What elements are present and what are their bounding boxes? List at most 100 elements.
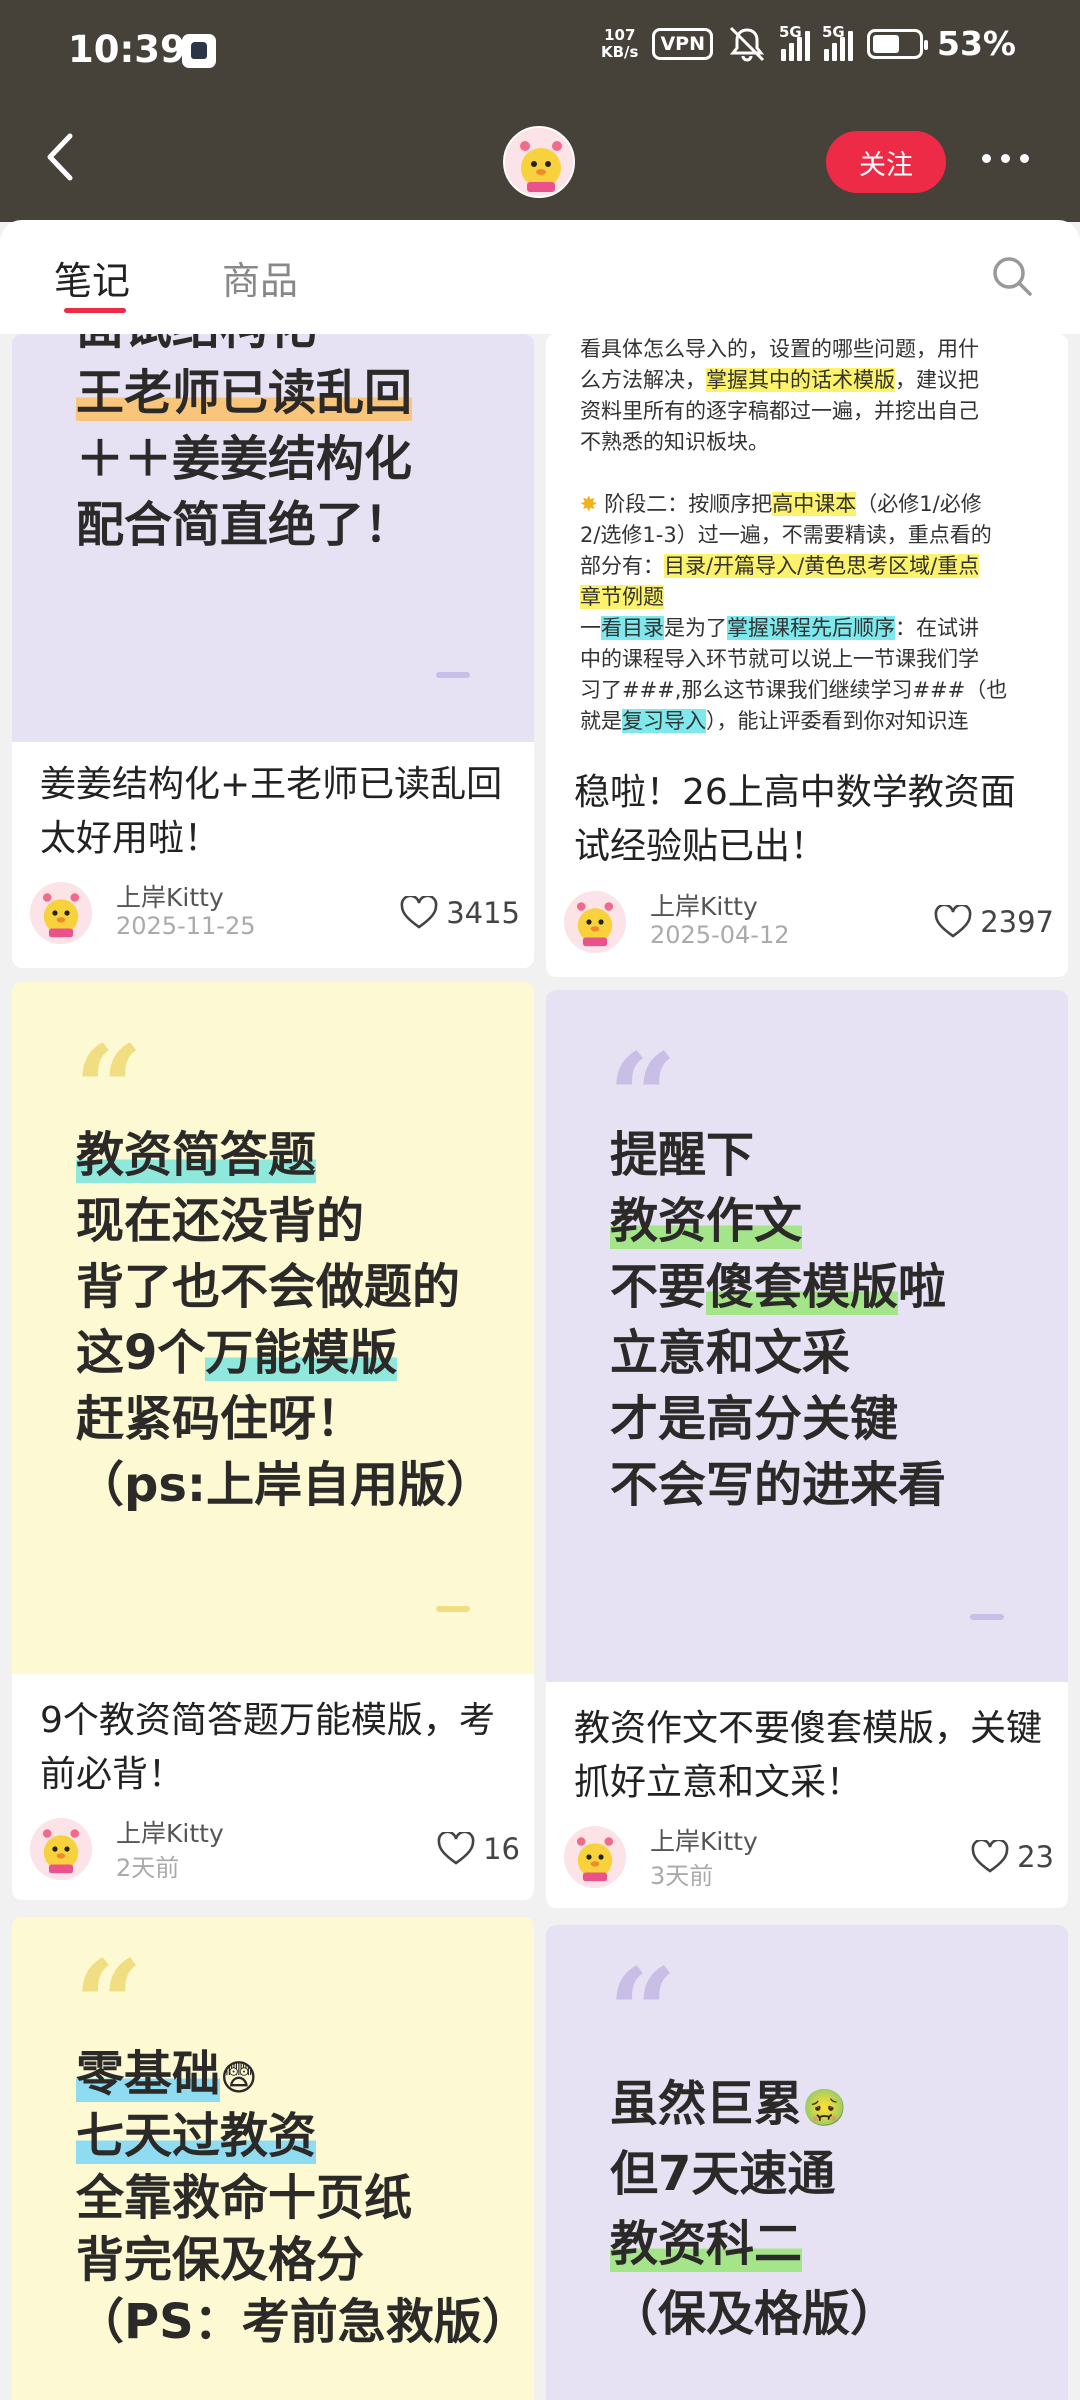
cover-line: 教资作文 <box>610 1193 803 1249</box>
author-row: 上岸Kitty 2025-11-25 3415 <box>30 878 520 948</box>
tab-notes[interactable]: 笔记 <box>54 250 130 305</box>
like-button[interactable]: 23 <box>971 1840 1054 1874</box>
note-card[interactable]: “ 虽然巨累🤢 但7天速通 教资科二 （保及格版） <box>546 1925 1068 2400</box>
profile-avatar[interactable] <box>503 126 575 198</box>
cover-line: 配合简直绝了！ <box>76 497 413 553</box>
note-date: 2025-04-12 <box>650 921 790 949</box>
network-speed-unit: KB/s <box>601 42 639 61</box>
cover-line: 提醒下 <box>610 1127 755 1183</box>
signal-sim2-icon: 5G <box>822 23 853 61</box>
author-avatar[interactable] <box>30 882 92 944</box>
tab-goods[interactable]: 商品 <box>222 250 298 305</box>
doc-line: 一看目录是为了掌握课程先后顺序：在试讲 <box>580 616 979 640</box>
note-date: 3天前 <box>650 1862 714 1890</box>
note-title[interactable]: 姜姜结构化+王老师已读乱回 太好用啦！ <box>40 758 510 866</box>
top-header: 10:39 107 KB/s VPN 5G 5G 53% 关注 <box>0 0 1080 222</box>
author-name[interactable]: 上岸Kitty <box>650 1822 758 1858</box>
like-button[interactable]: 16 <box>437 1832 520 1866</box>
active-tab-indicator <box>64 308 126 313</box>
decor-dash <box>436 1606 470 1612</box>
network-speed: 107 KB/s <box>601 26 639 61</box>
status-time: 10:39 <box>68 28 186 71</box>
note-card[interactable]: 看具体怎么导入的，设置的哪些问题，用什 么方法解决，掌握其中的话术模版，建议把 … <box>546 334 1068 977</box>
note-cover: “ 教资简答题 现在还没背的 背了也不会做题的 这9个万能模版 赶紧码住呀！ （… <box>12 982 534 1674</box>
note-cover: 面试结构化 王老师已读乱回 ＋＋姜姜结构化 配合简直绝了！ <box>12 334 534 742</box>
author-name[interactable]: 上岸Kitty <box>116 878 224 914</box>
author-avatar[interactable] <box>564 891 626 953</box>
like-count: 2397 <box>980 905 1054 939</box>
chick-avatar-icon <box>564 1826 626 1888</box>
like-count: 23 <box>1017 1840 1054 1874</box>
cover-line: 但7天速通 <box>610 2146 836 2202</box>
cover-line: 才是高分关键 <box>610 1391 899 1447</box>
note-title[interactable]: 9个教资简答题万能模版，考前必背！ <box>40 1694 510 1802</box>
cover-line: 面试结构化 <box>76 334 316 360</box>
like-count: 16 <box>483 1832 520 1866</box>
chick-avatar-icon <box>564 891 626 953</box>
cover-line: 不会写的进来看 <box>610 1457 947 1513</box>
like-button[interactable]: 3415 <box>400 896 520 930</box>
note-title[interactable]: 教资作文不要傻套模版，关键抓好立意和文采！ <box>574 1702 1044 1810</box>
nauseated-face-icon: 🤢 <box>802 2088 847 2129</box>
cover-line: 这9个万能模版 <box>76 1325 398 1381</box>
author-row: 上岸Kitty 2025-04-12 2397 <box>564 887 1054 957</box>
note-title[interactable]: 稳啦！26上高中数学教资面试经验贴已出！ <box>574 766 1044 874</box>
cover-line: 教资科二 <box>610 2216 803 2272</box>
author-avatar[interactable] <box>30 1818 92 1880</box>
cover-line: 不要傻套模版啦 <box>610 1259 947 1315</box>
doc-line: 资料里所有的逐字稿都过一遍，并挖出自己 <box>580 399 979 423</box>
heart-icon <box>934 905 972 938</box>
note-cover: 看具体怎么导入的，设置的哪些问题，用什 么方法解决，掌握其中的话术模版，建议把 … <box>546 334 1068 752</box>
chick-avatar-icon <box>30 882 92 944</box>
cover-line: 教资简答题 <box>76 1127 317 1183</box>
cover-line: （保及格版） <box>610 2286 899 2342</box>
quote-mark-icon: “ <box>74 1934 144 2075</box>
cover-line: （PS：考前急救版） <box>76 2294 530 2350</box>
mute-icon <box>729 26 765 61</box>
like-count: 3415 <box>446 896 520 930</box>
document-preview: 看具体怎么导入的，设置的哪些问题，用什 么方法解决，掌握其中的话术模版，建议把 … <box>580 334 1050 737</box>
cover-line: （ps:上岸自用版） <box>76 1457 495 1513</box>
note-card[interactable]: “ 提醒下 教资作文 不要傻套模版啦 立意和文采 才是高分关键 不会写的进来看 … <box>546 990 1068 1908</box>
more-options-icon[interactable] <box>982 154 1029 163</box>
chick-avatar-icon <box>30 1818 92 1880</box>
note-card[interactable]: “ 教资简答题 现在还没背的 背了也不会做题的 这9个万能模版 赶紧码住呀！ （… <box>12 982 534 1900</box>
note-card[interactable]: 面试结构化 王老师已读乱回 ＋＋姜姜结构化 配合简直绝了！ 姜姜结构化+王老师已… <box>12 334 534 968</box>
back-arrow-icon[interactable] <box>40 130 80 184</box>
decor-dash <box>970 1614 1004 1620</box>
signal-sim1-icon: 5G <box>779 23 810 61</box>
note-cover: “ 零基础😨 七天过教资 全靠救命十页纸 背完保及格分 （PS：考前急救版） <box>12 1917 534 2400</box>
cover-line: 背完保及格分 <box>76 2232 365 2288</box>
chick-avatar-icon <box>505 128 573 196</box>
like-button[interactable]: 2397 <box>934 905 1054 939</box>
doc-line: 看具体怎么导入的，设置的哪些问题，用什 <box>580 337 979 361</box>
status-indicators: 107 KB/s VPN 5G 5G 53% <box>601 23 1016 64</box>
cover-line: 全靠救命十页纸 <box>76 2170 413 2226</box>
doc-line: 中的课程导入环节就可以说上一节课我们学 <box>580 647 979 671</box>
cover-line: 虽然巨累🤢 <box>610 2076 847 2132</box>
doc-line: 习了###,那么这节课我们继续学习###（也 <box>580 678 1008 702</box>
cover-line: 立意和文采 <box>610 1325 851 1381</box>
fearful-face-icon: 😨 <box>220 2058 258 2099</box>
author-name[interactable]: 上岸Kitty <box>116 1814 224 1850</box>
author-name[interactable]: 上岸Kitty <box>650 887 758 923</box>
search-icon[interactable] <box>990 254 1034 298</box>
cover-line: 七天过教资 <box>76 2108 317 2164</box>
follow-button[interactable]: 关注 <box>826 131 946 193</box>
quote-mark-icon: “ <box>608 1942 678 2083</box>
doc-line: 章节例题 <box>580 585 664 609</box>
doc-line: 2/选修1-3）过一遍，不需要精读，重点看的 <box>580 523 992 547</box>
doc-line: 不熟悉的知识板块。 <box>580 430 769 454</box>
sparkle-icon: ✸ <box>580 492 605 516</box>
note-card[interactable]: “ 零基础😨 七天过教资 全靠救命十页纸 背完保及格分 （PS：考前急救版） <box>12 1917 534 2400</box>
note-cover: “ 提醒下 教资作文 不要傻套模版啦 立意和文采 才是高分关键 不会写的进来看 <box>546 990 1068 1682</box>
author-avatar[interactable] <box>564 1826 626 1888</box>
battery-percent: 53% <box>937 24 1016 63</box>
doc-line: 就是复习导入），能让评委看到你对知识连 <box>580 709 969 733</box>
doc-line: ✸ 阶段二：按顺序把高中课本（必修1/必修 <box>580 492 982 516</box>
cover-line: 王老师已读乱回 <box>76 365 413 421</box>
battery-icon <box>867 28 928 59</box>
app-notification-icon <box>182 34 216 68</box>
author-row: 上岸Kitty 3天前 23 <box>564 1822 1054 1892</box>
sim1-network-type: 5G <box>779 22 802 41</box>
